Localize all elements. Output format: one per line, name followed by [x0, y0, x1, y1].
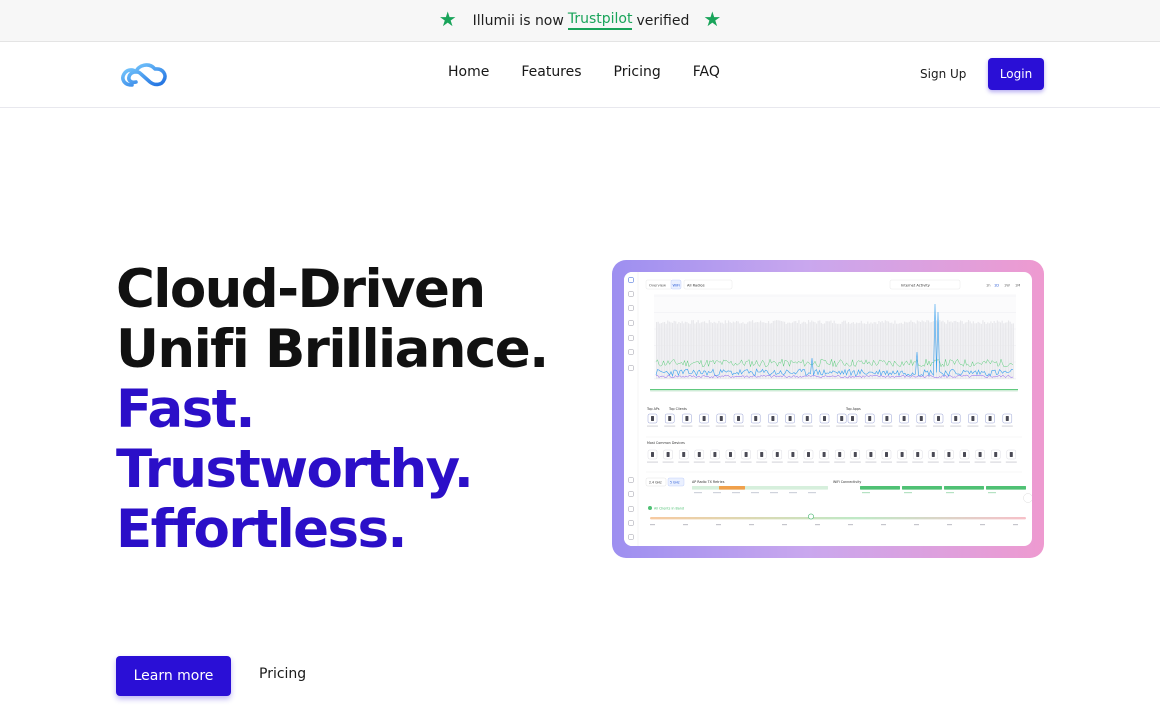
- sign-up-link[interactable]: Sign Up: [920, 67, 966, 81]
- headline-line: Unifi Brilliance.: [116, 319, 549, 380]
- section-most-common-devices: Most Common Devices: [647, 441, 685, 445]
- dashboard-preview-screenshot: Overview WiFi All Radios Internet Activi…: [624, 272, 1032, 546]
- announcement-suffix: verified: [636, 12, 690, 29]
- trustpilot-link[interactable]: Trustpilot: [567, 11, 633, 30]
- section-signal: All Clients in Band: [654, 506, 684, 510]
- hero-headline: Cloud-Driven Unifi Brilliance. Fast. Tru…: [116, 260, 586, 560]
- band-toggle-24: 2.4 GHz: [649, 481, 662, 485]
- star-icon: ★: [438, 6, 457, 31]
- nav-link-features[interactable]: Features: [521, 64, 581, 80]
- headline-accent-line: Trustworthy.: [116, 439, 474, 500]
- login-button[interactable]: Login: [988, 58, 1044, 90]
- headline-line: Cloud-Driven: [116, 259, 486, 320]
- tab-overview: Overview: [649, 284, 666, 288]
- star-icon: ★: [703, 6, 722, 31]
- section-top-clients: Top Clients: [668, 407, 687, 411]
- main-navigation: Home Features Pricing FAQ: [448, 64, 720, 80]
- nav-link-faq[interactable]: FAQ: [693, 64, 720, 80]
- learn-more-button[interactable]: Learn more: [116, 656, 231, 696]
- nav-link-home[interactable]: Home: [448, 64, 489, 80]
- band-toggle-5: 5 GHz: [670, 481, 680, 485]
- tab-wifi: WiFi: [673, 284, 680, 288]
- headline-accent-line: Effortless.: [116, 499, 408, 560]
- range-1w: 1W: [1004, 284, 1010, 288]
- section-radio-tx: AP Radio TX Retries: [692, 480, 725, 484]
- range-1h: 1h: [986, 284, 991, 288]
- range-1m: 1M: [1015, 284, 1020, 288]
- headline-accent-line: Fast.: [116, 379, 255, 440]
- chart-title: Internet Activity: [901, 284, 931, 288]
- navbar: Home Features Pricing FAQ Sign Up Login: [0, 42, 1160, 108]
- cloud-logo-icon[interactable]: [119, 60, 169, 90]
- section-wifi-connectivity: WiFi Connectivity: [833, 480, 861, 484]
- dashboard-preview-frame: Overview WiFi All Radios Internet Activi…: [612, 260, 1044, 558]
- dashboard-preview-image: Overview WiFi All Radios Internet Activi…: [624, 272, 1032, 546]
- announcement-bar: ★ Illumii is now Trustpilot verified ★: [0, 0, 1160, 42]
- nav-link-pricing[interactable]: Pricing: [614, 64, 661, 80]
- announcement-prefix: Illumii is now: [472, 12, 564, 29]
- pricing-link[interactable]: Pricing: [259, 666, 306, 682]
- range-1d: 1D: [994, 284, 999, 288]
- section-top-apps: Top Apps: [845, 407, 861, 411]
- radio-filter: All Radios: [687, 284, 705, 288]
- section-top-aps: Top APs: [646, 407, 660, 411]
